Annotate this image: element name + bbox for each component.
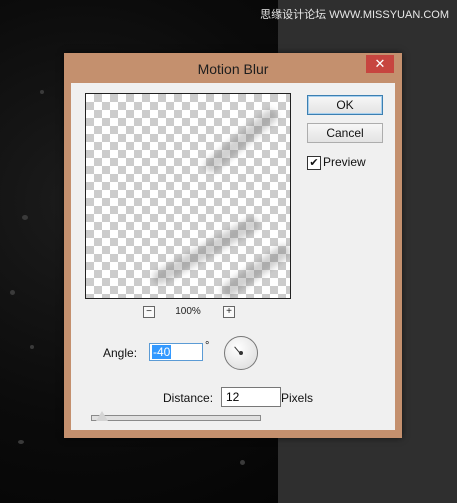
cancel-button[interactable]: Cancel [307, 123, 383, 143]
distance-slider-track[interactable] [91, 415, 261, 421]
angle-input[interactable]: -40 [149, 343, 203, 361]
debris-speck [22, 215, 28, 220]
close-button[interactable]: ✕ [366, 55, 394, 73]
dialog-client-area: − 100% + OK Cancel ✔ Preview Angle: -40 … [71, 83, 395, 430]
debris-speck [40, 90, 44, 94]
watermark-text: 思缘设计论坛 WWW.MISSYUAN.COM [260, 9, 449, 21]
zoom-in-button[interactable]: + [223, 306, 235, 318]
preview-area[interactable] [85, 93, 291, 299]
debris-speck [240, 460, 245, 465]
preview-label: Preview [323, 155, 366, 169]
preview-checkbox[interactable]: ✔ [307, 156, 321, 170]
distance-unit: Pixels [281, 391, 314, 405]
zoom-controls: − 100% + [85, 306, 291, 320]
blur-streak [219, 242, 290, 298]
distance-label: Distance: [163, 391, 214, 405]
checkmark-icon: ✔ [309, 157, 319, 169]
angle-label: Angle: [103, 346, 138, 360]
distance-slider-thumb[interactable] [96, 411, 108, 421]
angle-value: -40 [152, 345, 172, 359]
debris-speck [30, 345, 34, 349]
blur-streak [202, 106, 280, 176]
degree-symbol: ° [205, 340, 210, 352]
close-icon: ✕ [374, 56, 386, 71]
debris-speck [10, 290, 15, 295]
debris-speck [18, 440, 24, 444]
ok-button[interactable]: OK [307, 95, 383, 115]
dial-center [239, 351, 243, 355]
zoom-level: 100% [175, 306, 201, 317]
dialog-title: Motion Blur [197, 61, 269, 77]
plus-icon: + [226, 306, 232, 317]
angle-dial[interactable] [224, 336, 258, 370]
motion-blur-dialog: Motion Blur ✕ − 100% + OK Cancel ✔ Previ… [64, 53, 402, 438]
distance-input[interactable]: 12 [221, 387, 281, 407]
